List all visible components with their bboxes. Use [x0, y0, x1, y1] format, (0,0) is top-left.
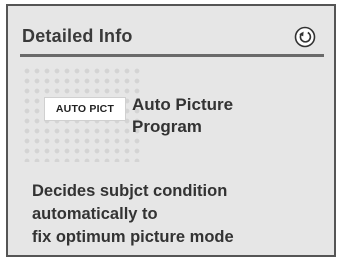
description-line-3: fix optimum picture mode: [32, 228, 234, 246]
description-line-1: Decides subjct condition: [32, 182, 228, 200]
back-arrow-circle-icon[interactable]: [294, 26, 316, 48]
detailed-info-screen: Detailed Info AUTO PICT Auto Picture Pro…: [6, 4, 336, 257]
mode-description: Decides subjct condition automatically t…: [32, 180, 332, 249]
mode-name-line-1: Auto Picture: [132, 95, 234, 114]
page-title: Detailed Info: [22, 26, 133, 46]
description-line-2: automatically to: [32, 205, 158, 223]
header-divider: [20, 54, 324, 57]
header: Detailed Info: [8, 6, 334, 56]
mode-badge: AUTO PICT: [44, 97, 126, 121]
mode-name-line-2: Program: [132, 117, 202, 136]
mode-name: Auto Picture Program: [132, 94, 322, 138]
